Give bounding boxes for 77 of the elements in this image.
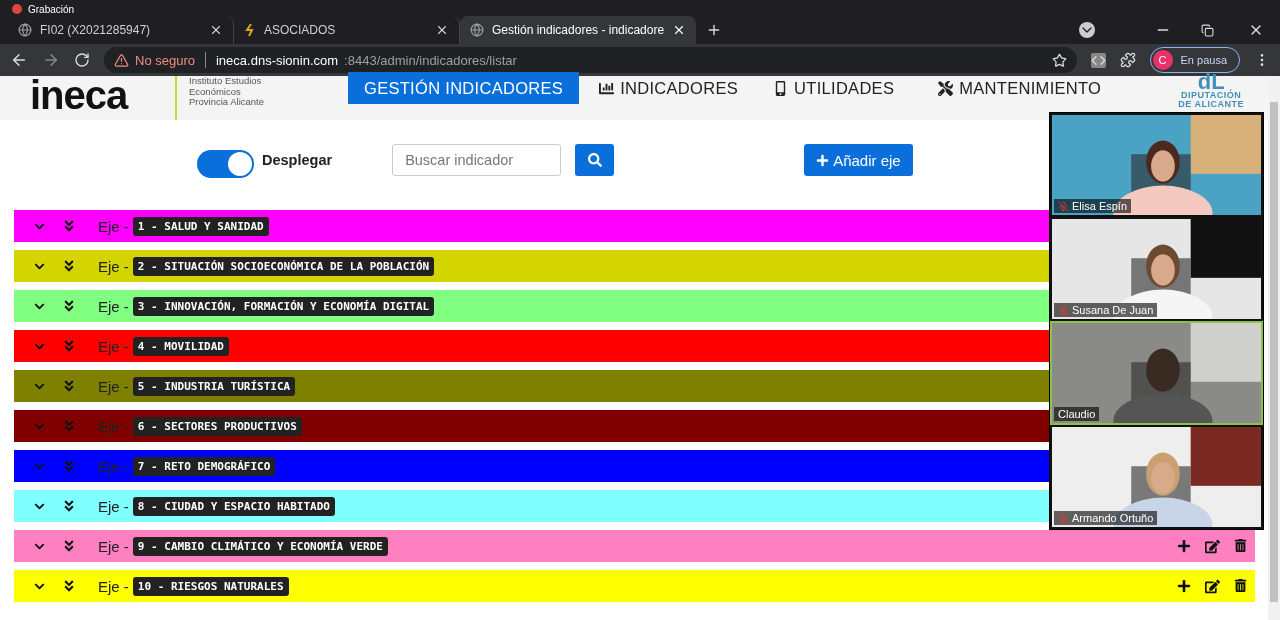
axis-row[interactable]: Eje - 2 - SITUACIÓN SOCIOECONÓMICA DE LA POBLACIÓN <box>14 250 1049 282</box>
axis-prefix: Eje - <box>98 337 129 355</box>
toggle-switch[interactable] <box>197 150 254 178</box>
warning-icon <box>114 52 129 68</box>
plus-icon <box>816 153 830 167</box>
axis-prefix: Eje - <box>98 217 129 235</box>
search-button[interactable] <box>575 144 615 176</box>
url-host[interactable]: ineca.dns-sionin.com <box>216 52 339 68</box>
reload-icon[interactable] <box>74 52 90 68</box>
search-icon <box>587 153 602 167</box>
partner-logo-mark: dL <box>1197 73 1225 91</box>
bar-chart-icon <box>599 80 615 96</box>
axis-prefix: Eje - <box>98 497 129 515</box>
url-path[interactable]: :8443/admin/indicadores/listar <box>344 52 1046 68</box>
axis-prefix: Eje - <box>98 577 129 595</box>
recording-label: Grabación <box>28 3 75 15</box>
add-icon[interactable] <box>1177 578 1191 593</box>
profile-avatar: C <box>1152 50 1173 70</box>
axis-prefix: Eje - <box>98 457 129 475</box>
participant-name: Armando Ortuño <box>1054 511 1158 525</box>
logo-tagline: Instituto Estudios Económicos Provincia Alicante <box>189 76 265 108</box>
axis-prefix: Eje - <box>98 417 129 435</box>
participant-name: Elisa Espín <box>1054 199 1132 213</box>
close-icon[interactable] <box>435 23 449 37</box>
forward-icon[interactable] <box>42 51 60 69</box>
axis-row[interactable]: Eje - 8 - CIUDAD Y ESPACIO HABITADO <box>14 490 1049 522</box>
axis-title: 6 - SECTORES PRODUCTIVOS <box>132 416 302 436</box>
recording-icon <box>12 4 22 14</box>
restore-icon[interactable] <box>1201 24 1214 37</box>
axis-title: 3 - INNOVACIÓN, FORMACIÓN Y ECONOMÍA DIGITAL <box>132 296 435 316</box>
nav-tab[interactable]: MANTENIMIENTO <box>922 72 1118 104</box>
axis-title: 7 - RETO DEMOGRÁFICO <box>132 456 276 476</box>
axis-prefix: Eje - <box>98 537 129 555</box>
axis-title: 8 - CIUDAD Y ESPACIO HABITADO <box>132 496 335 516</box>
nav-tab[interactable]: INDICADORES <box>583 72 755 104</box>
partner-logo-text: DIPUTACIÓN <box>1181 91 1242 100</box>
profile-status: En pausa <box>1180 54 1227 66</box>
trash-icon[interactable] <box>1234 538 1247 552</box>
logo-wordmark: ineca <box>30 76 130 114</box>
add-axis-button[interactable]: Añadir eje <box>804 144 913 176</box>
axis-row[interactable]: Eje - 10 - RIESGOS NATURALES <box>14 570 1255 602</box>
code-icon[interactable] <box>1090 52 1106 68</box>
axis-row[interactable]: Eje - 1 - SALUD Y SANIDAD <box>14 210 1049 242</box>
extensions-icon[interactable] <box>1119 52 1136 68</box>
globe-icon <box>18 23 32 37</box>
nav-tab[interactable]: GESTIÓN INDICADORES <box>348 72 580 104</box>
tab-search-icon[interactable] <box>1079 22 1095 38</box>
close-icon[interactable] <box>209 23 223 37</box>
participant-name: Claudio <box>1054 407 1100 421</box>
site-icon <box>244 23 256 37</box>
axis-row[interactable]: Eje - 9 - CAMBIO CLIMÁTICO Y ECONOMÍA VERDE <box>14 530 1255 562</box>
axis-title: 1 - SALUD Y SANIDAD <box>132 216 269 236</box>
participant-name: Susana De Juan <box>1054 303 1158 317</box>
back-icon[interactable] <box>10 51 28 69</box>
axis-title: 4 - MOVILIDAD <box>132 336 229 356</box>
bookmark-star-icon[interactable] <box>1051 52 1067 68</box>
nav-tab[interactable]: UTILIDADES <box>757 72 911 104</box>
partner-logo-text: DE ALICANTE <box>1178 100 1244 109</box>
axis-title: 2 - SITUACIÓN SOCIOECONÓMICA DE LA POBLACIÓN <box>132 256 435 276</box>
axis-title: 5 - INDUSTRIA TURÍSTICA <box>132 376 296 396</box>
axis-prefix: Eje - <box>98 257 129 275</box>
axis-title: 10 - RIESGOS NATURALES <box>132 576 289 596</box>
browser-tab[interactable]: Gestión indicadores - indicadore <box>460 16 697 44</box>
security-label[interactable]: No seguro <box>135 52 195 68</box>
globe-icon <box>470 23 484 37</box>
axis-prefix: Eje - <box>98 377 129 395</box>
axis-title: 9 - CAMBIO CLIMÁTICO Y ECONOMÍA VERDE <box>132 536 388 556</box>
axis-prefix: Eje - <box>98 297 129 315</box>
tools-icon <box>938 80 954 96</box>
trash-icon[interactable] <box>1234 578 1247 592</box>
edit-icon[interactable] <box>1205 538 1220 554</box>
toggle-label: Desplegar <box>262 152 333 168</box>
search-field[interactable]: Buscar indicador <box>392 144 562 176</box>
axis-row[interactable]: Eje - 3 - INNOVACIÓN, FORMACIÓN Y ECONOMÍA DIGITAL <box>14 290 1049 322</box>
scrollbar-thumb[interactable] <box>1270 102 1278 602</box>
add-icon[interactable] <box>1177 538 1191 553</box>
edit-icon[interactable] <box>1205 578 1220 594</box>
